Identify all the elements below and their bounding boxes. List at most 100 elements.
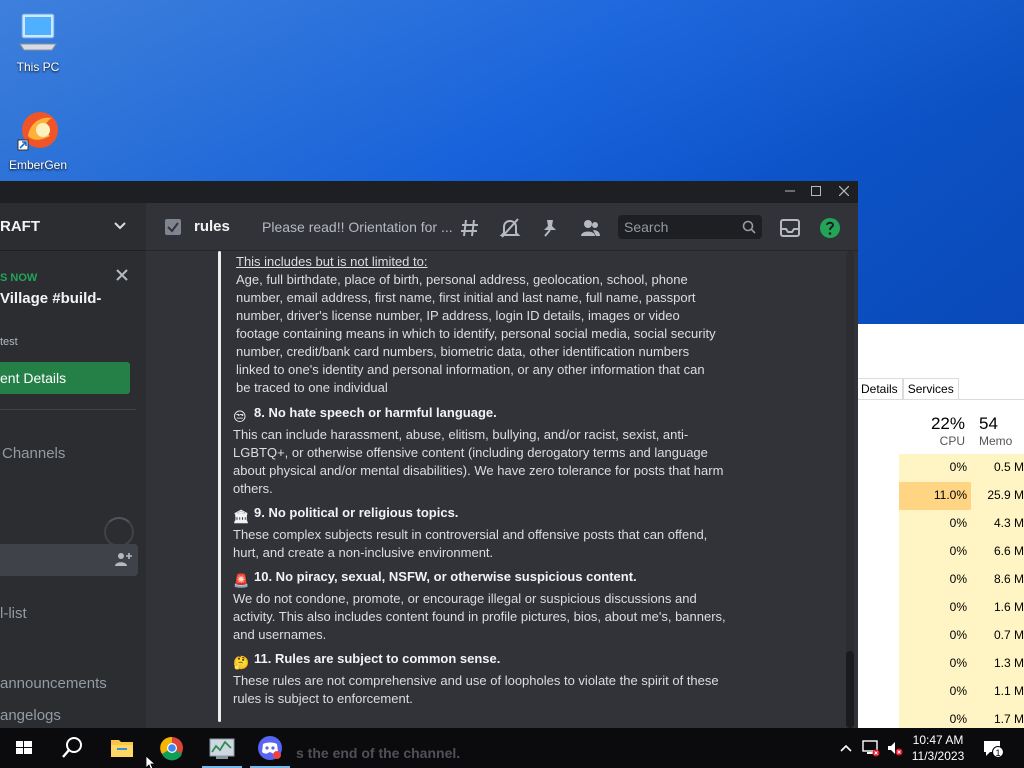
folder-icon — [111, 740, 133, 757]
task-manager-tabs: Details Services — [857, 378, 959, 399]
rule-body: We do not condone, promote, or encourage… — [233, 591, 726, 642]
process-row[interactable]: 0% 1.6 M — [857, 594, 1024, 622]
process-memory-value: 4.3 M — [971, 510, 1024, 538]
close-icon[interactable] — [114, 267, 130, 283]
search-button[interactable] — [48, 728, 96, 768]
process-row[interactable]: 0% 8.6 M — [857, 566, 1024, 594]
process-memory-value: 0.7 M — [971, 622, 1024, 650]
help-icon[interactable] — [819, 217, 841, 239]
process-memory-value: 8.6 M — [971, 566, 1024, 594]
process-row[interactable]: 0% 0.5 M — [857, 454, 1024, 482]
quote-block: This includes but is not limited to: Age… — [236, 253, 720, 397]
memory-total-percent: 54 — [979, 414, 998, 433]
start-button[interactable] — [0, 728, 48, 768]
process-cpu-value: 0% — [899, 678, 971, 706]
rule-title: 🤔 11. Rules are subject to common sense. — [233, 650, 733, 672]
process-row[interactable]: 0% 4.3 M — [857, 510, 1024, 538]
process-row[interactable]: 0% 6.6 M — [857, 538, 1024, 566]
maximize-icon — [811, 186, 821, 196]
this-pc-icon — [19, 13, 57, 51]
notification-bell-muted-icon[interactable] — [499, 217, 521, 239]
close-window-button[interactable] — [830, 181, 858, 203]
quote-body: Age, full birthdate, place of birth, per… — [236, 272, 716, 395]
sidebar-item-list[interactable]: l-list — [0, 605, 27, 622]
event-details-button[interactable]: ent Details — [0, 362, 130, 394]
scrollbar-thumb[interactable] — [846, 651, 854, 728]
rule-body: These rules are not comprehensive and us… — [233, 673, 719, 706]
desktop-icon-embergen[interactable]: EmberGen — [0, 106, 76, 172]
mouse-cursor-icon — [146, 756, 156, 768]
minimize-button[interactable] — [776, 181, 804, 203]
notification-count-badge: 1 — [992, 746, 1004, 758]
discord-icon — [258, 736, 282, 760]
channel-name: rules — [194, 218, 230, 235]
unamused-face-icon: 😒 — [233, 409, 247, 424]
process-memory-text: 1.7 M — [993, 712, 1024, 726]
rule-10: 🚨 10. No piracy, sexual, NSFW, or otherwi… — [233, 568, 733, 644]
channels-category[interactable]: Channels — [2, 445, 65, 462]
process-memory-text: 1.3 M — [993, 656, 1024, 670]
quote-heading: This includes but is not limited to: — [236, 254, 428, 269]
loading-spinner-icon — [104, 517, 134, 547]
desktop-icon-label: This PC — [16, 60, 60, 74]
server-name: RAFT — [0, 218, 40, 235]
search-input[interactable]: Search — [618, 215, 762, 239]
rule-body: This can include harassment, abuse, elit… — [233, 427, 724, 496]
search-placeholder: Search — [624, 219, 669, 235]
process-cpu-value: 0% — [899, 622, 971, 650]
server-header[interactable]: RAFT — [0, 203, 146, 251]
process-memory-value: 1.6 M — [971, 594, 1024, 622]
task-manager-button[interactable] — [198, 728, 246, 768]
member-list-icon[interactable] — [579, 217, 601, 239]
process-row[interactable]: 0% 1.1 M — [857, 678, 1024, 706]
process-memory-text: 25.9 M — [987, 488, 1024, 502]
clock[interactable]: 10:47 AM 11/3/2023 — [906, 732, 970, 764]
sidebar-item-announcements[interactable]: announcements — [0, 675, 107, 692]
minimize-icon — [785, 190, 795, 192]
process-row[interactable]: 11.0% 25.9 M — [857, 482, 1024, 510]
process-memory-text: 0.7 M — [993, 628, 1024, 642]
end-of-channel-ghost: s the end of the channel. — [296, 745, 461, 761]
process-cpu-value: 0% — [899, 650, 971, 678]
tab-services[interactable]: Services — [902, 378, 959, 399]
process-cpu-value: 0% — [899, 510, 971, 538]
process-row[interactable]: 0% 1.3 M — [857, 650, 1024, 678]
cpu-column-header[interactable]: 22% CPU — [899, 414, 965, 448]
divider — [857, 399, 1024, 400]
rule-title-text: 11. Rules are subject to common sense. — [254, 651, 501, 666]
thinking-face-icon: 🤔 — [233, 655, 250, 670]
live-now-label: S NOW — [0, 272, 38, 284]
sidebar-divider — [0, 409, 136, 410]
action-center-button[interactable]: 1 — [982, 738, 1004, 758]
rule-title: 🏛 9. No political or religious topics. — [233, 504, 733, 526]
rule-11: 🤔 11. Rules are subject to common sense. … — [233, 650, 733, 708]
chevron-up-icon[interactable] — [838, 740, 854, 756]
threads-icon[interactable] — [459, 217, 481, 239]
process-memory-value: 1.3 M — [971, 650, 1024, 678]
channel-topic[interactable]: Please read!! Orientation for ... — [262, 219, 453, 235]
rule-title: 🚨 10. No piracy, sexual, NSFW, or otherwi… — [233, 568, 733, 590]
network-icon[interactable] — [862, 739, 880, 757]
rule-title: 😒 8. No hate speech or harmful language. — [233, 404, 733, 426]
inbox-icon[interactable] — [779, 217, 801, 239]
process-memory-text: 1.6 M — [993, 600, 1024, 614]
pin-icon[interactable] — [539, 217, 561, 239]
process-cpu-value: 0% — [899, 538, 971, 566]
discord-button[interactable] — [246, 728, 294, 768]
process-list: 0% 0.5 M 11.0% 25.9 M 0% 4.3 M 0% 6.6 M 0% 8.6 M0… — [857, 454, 1024, 734]
volume-muted-icon[interactable] — [886, 739, 904, 757]
windows-logo-icon — [16, 741, 32, 754]
process-row[interactable]: 0% 0.7 M — [857, 622, 1024, 650]
memory-column-header[interactable]: 54 Memo — [971, 414, 1024, 448]
task-manager-window: Details Services 22% CPU 54 Memo 0% 0.5 M… — [857, 324, 1024, 734]
desktop-icon-this-pc[interactable]: This PC — [0, 8, 76, 74]
file-explorer-button[interactable] — [98, 728, 146, 768]
task-manager-icon — [209, 738, 235, 759]
sidebar-item-changelogs[interactable]: angelogs — [0, 707, 61, 724]
maximize-button[interactable] — [802, 181, 830, 203]
channel-header: rules Please read!! Orientation for ... … — [146, 203, 858, 251]
tab-details[interactable]: Details — [857, 378, 903, 399]
window-titlebar — [0, 181, 858, 203]
process-memory-text: 1.1 M — [993, 684, 1024, 698]
add-user-icon[interactable] — [114, 551, 132, 567]
